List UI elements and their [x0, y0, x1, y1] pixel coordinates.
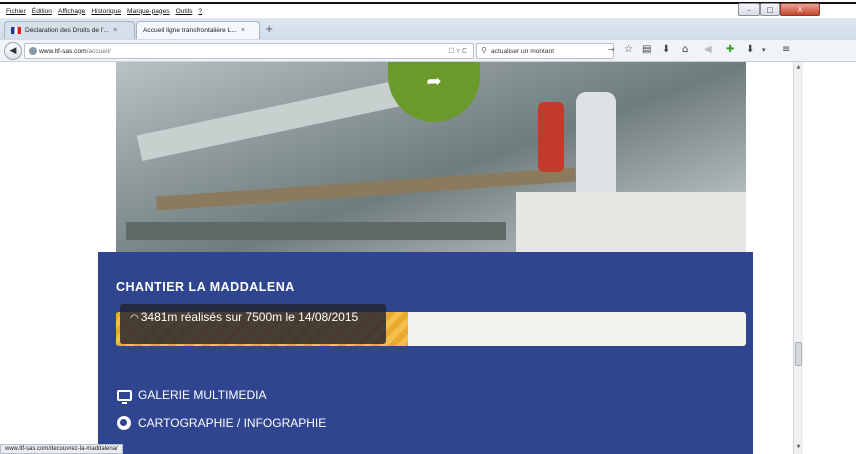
tab-bar: Déclaration des Droits de l'... × Accuei… — [0, 18, 856, 40]
share-arrow-icon: ➦ — [426, 70, 442, 92]
scroll-thumb[interactable] — [795, 342, 802, 366]
tab-label: Déclaration des Droits de l'... — [25, 27, 110, 34]
download-arrow-icon[interactable]: ⬇ — [746, 44, 754, 55]
url-path: /accueil/ — [86, 47, 111, 55]
hero-block — [516, 192, 746, 252]
link-label: CARTOGRAPHIE / INFOGRAPHIE — [138, 416, 327, 430]
hero-image: ➦ — [116, 62, 746, 252]
galerie-multimedia-link[interactable]: GALERIE MULTIMEDIA — [116, 388, 267, 404]
reload-icon[interactable]: ☐ ▿ C — [448, 47, 467, 55]
gauge-icon: ◠ — [130, 313, 139, 324]
menu-item-edition[interactable]: Édition — [32, 8, 52, 15]
hero-worker — [538, 102, 564, 172]
cartographie-link[interactable]: CARTOGRAPHIE / INFOGRAPHIE — [116, 416, 326, 430]
minimize-button[interactable]: – — [738, 3, 760, 16]
reading-list-icon[interactable]: ▤ — [642, 44, 651, 55]
download-icon[interactable]: ⬇ — [662, 44, 670, 55]
menu-item-historique[interactable]: Historique — [91, 8, 121, 15]
menu-item-marque-pages[interactable]: Marque-pages — [127, 8, 170, 15]
status-bar-url: www.ltf-sas.com/decouvrez-la-maddalena/ — [0, 444, 123, 454]
link-label: GALERIE MULTIMEDIA — [138, 388, 267, 402]
maddalena-panel: CHANTIER LA MADDALENA ◠ 3481m réalisés su… — [98, 252, 753, 454]
vertical-scrollbar[interactable]: ▲ ▼ — [793, 62, 803, 454]
url-host: www.ltf-sas.com — [39, 47, 87, 55]
hero-timber — [156, 167, 576, 211]
progress-tooltip: ◠ 3481m réalisés sur 7500m le 14/08/2015 — [120, 304, 386, 344]
close-window-button[interactable]: X — [780, 3, 820, 16]
menu-item-help[interactable]: ? — [198, 8, 202, 15]
menu-item-fichier[interactable]: Fichier — [6, 8, 26, 15]
hero-cylinder — [576, 92, 616, 202]
menu-item-outils[interactable]: Outils — [176, 8, 193, 15]
hero-rails — [126, 222, 506, 240]
dropdown-chevron-icon[interactable]: ▾ — [762, 46, 766, 54]
panel-title: CHANTIER LA MADDALENA — [116, 280, 295, 294]
back-button[interactable]: ◀ — [4, 42, 22, 60]
tab-declaration[interactable]: Déclaration des Droits de l'... × — [4, 21, 135, 39]
close-tab-icon[interactable]: × — [241, 27, 245, 34]
tab-label: Accueil ligne transfrontalière L... — [143, 27, 237, 34]
monitor-icon — [116, 389, 132, 404]
site-identity-icon[interactable] — [29, 47, 37, 55]
search-value: actualiser un montant — [491, 47, 555, 55]
share-button[interactable]: ➦ — [388, 62, 480, 122]
search-go-button[interactable]: → — [608, 45, 615, 54]
bookmark-star-icon[interactable]: ☆ — [624, 44, 633, 55]
addon-icon[interactable]: ✚ — [726, 44, 734, 55]
search-input[interactable]: ⚲ actualiser un montant — [476, 43, 614, 59]
send-icon[interactable]: ◀ — [704, 44, 712, 55]
search-icon: ⚲ — [481, 46, 487, 55]
progress-label: 3481m réalisés sur 7500m le 14/08/2015 — [140, 310, 359, 324]
menu-item-affichage[interactable]: Affichage — [58, 8, 85, 15]
new-tab-button[interactable]: + — [265, 24, 273, 35]
french-flag-icon — [11, 27, 21, 34]
scroll-up-icon[interactable]: ▲ — [794, 64, 803, 72]
page-content: ➦ CHANTIER LA MADDALENA ◠ 3481m réalisés … — [0, 62, 793, 454]
browser-window: Fichier Édition Affichage Historique Mar… — [0, 0, 856, 454]
navigation-bar: ◀ www.ltf-sas.com/accueil/ ☐ ▿ C ⚲ actua… — [0, 40, 856, 62]
menu-hamburger-icon[interactable]: ≡ — [782, 44, 790, 55]
maximize-button[interactable]: □ — [760, 3, 780, 16]
globe-icon — [116, 416, 132, 430]
close-tab-icon[interactable]: × — [113, 27, 117, 34]
home-icon[interactable]: ⌂ — [682, 44, 688, 55]
menu-bar: Fichier Édition Affichage Historique Mar… — [0, 4, 740, 18]
scroll-down-icon[interactable]: ▼ — [794, 444, 803, 452]
tab-accueil[interactable]: Accueil ligne transfrontalière L... × — [136, 21, 260, 39]
url-bar[interactable]: www.ltf-sas.com/accueil/ ☐ ▿ C — [24, 43, 474, 59]
